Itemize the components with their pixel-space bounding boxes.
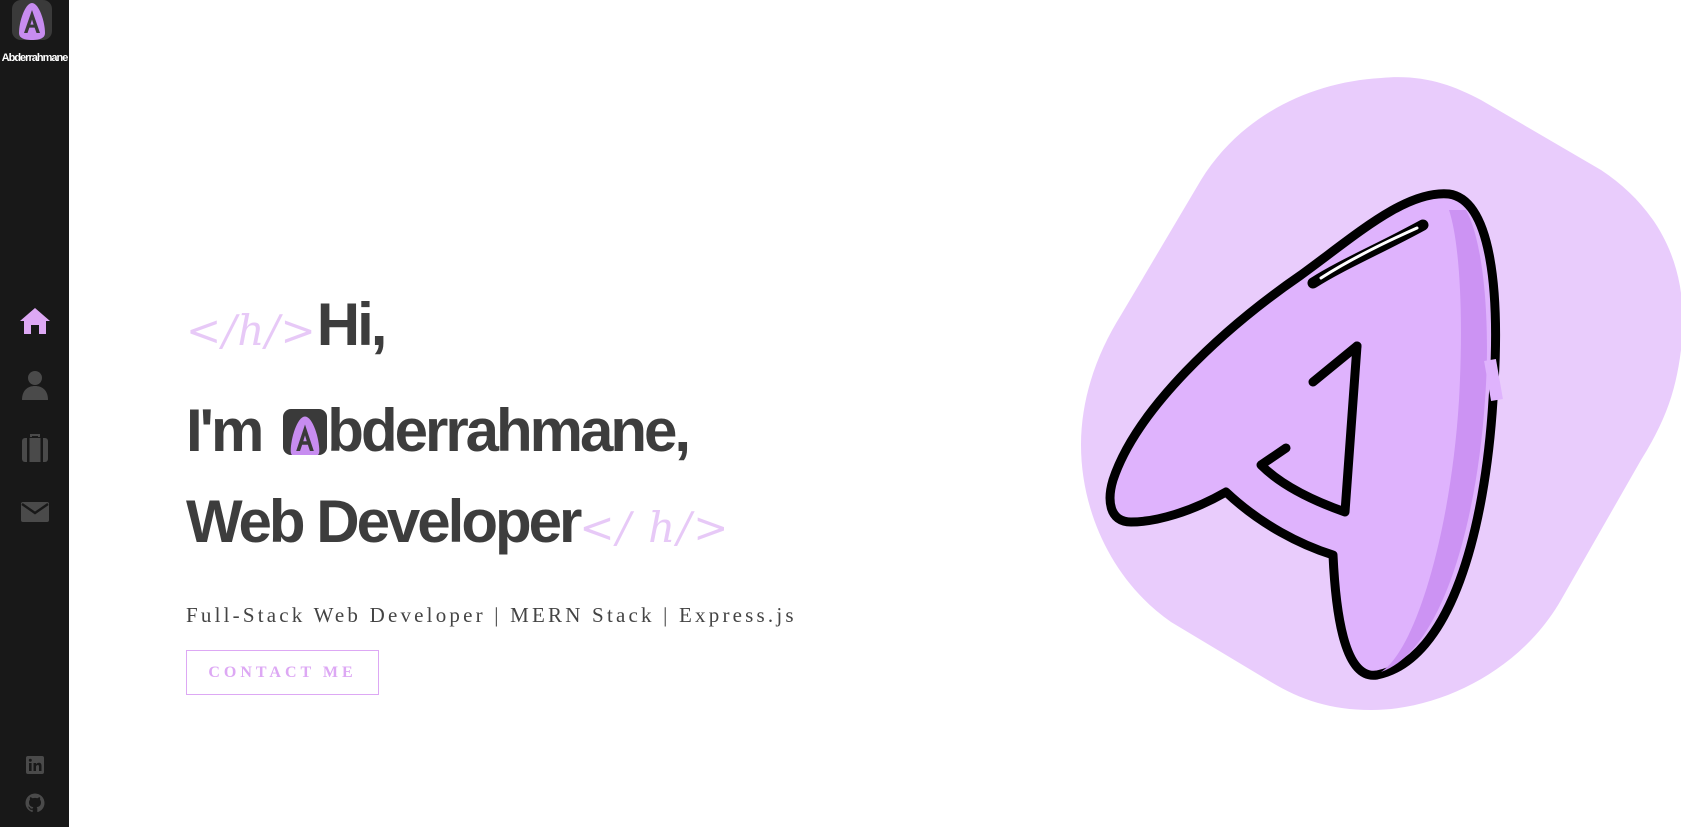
social-github[interactable] <box>0 790 69 816</box>
hero-role-text: Web Developer <box>186 488 582 555</box>
hero-hi-text: Hi, <box>316 291 388 358</box>
logo-badge <box>12 0 52 40</box>
hero-name-text: bderrahmane, <box>327 397 691 464</box>
inline-logo <box>283 409 328 455</box>
open-tag: </h/> <box>186 306 317 355</box>
close-tag: </ h/> <box>579 503 731 552</box>
envelope-icon <box>20 502 49 522</box>
outline-gap <box>1484 358 1503 402</box>
user-icon <box>21 371 48 400</box>
sidebar: Abderrahmane <box>0 0 69 827</box>
contact-me-button[interactable]: CONTACT ME <box>186 650 379 695</box>
briefcase-icon <box>21 434 48 462</box>
hero-section: </h/>Hi, I'm bderrahmane, Web Developer</… <box>69 0 1681 827</box>
linkedin-icon <box>25 756 44 774</box>
hero-line-name: I'm bderrahmane, <box>186 401 691 461</box>
nav-about[interactable] <box>0 365 69 405</box>
github-icon <box>25 793 44 813</box>
hero-line-hi: </h/>Hi, <box>186 295 387 355</box>
hero-subtitle: Full-Stack Web Developer | MERN Stack | … <box>186 603 797 627</box>
home-icon <box>19 308 50 334</box>
hero-im-text: I'm <box>186 397 264 464</box>
nav-home[interactable] <box>0 301 69 341</box>
hero-line-role: Web Developer</ h/> <box>186 492 730 552</box>
logo-name: Abderrahmane <box>1 52 69 64</box>
logo-a-icon <box>290 416 320 455</box>
nav-portfolio[interactable] <box>0 428 69 468</box>
hero-logo-icon <box>1081 77 1681 710</box>
logo-a-icon <box>19 3 45 40</box>
social-linkedin[interactable] <box>0 752 69 778</box>
hero-illustration <box>1081 60 1681 740</box>
nav-contact[interactable] <box>0 492 69 532</box>
